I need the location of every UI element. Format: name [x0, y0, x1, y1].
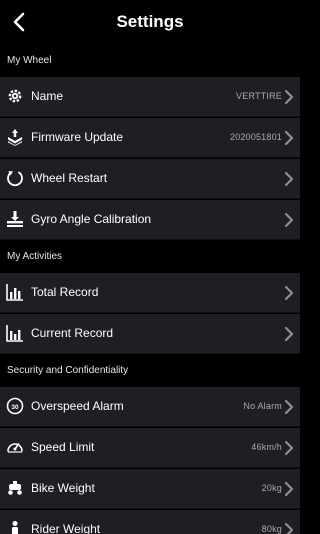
section-header-my-wheel: My Wheel [0, 44, 300, 77]
row-value: 80kg [261, 524, 282, 534]
row-value: 46km/h [251, 442, 282, 452]
row-label: Total Record [31, 285, 99, 299]
chevron-right-icon [284, 326, 294, 342]
section-header-security: Security and Confidentiality [0, 354, 300, 387]
settings-row-current-record[interactable]: Current Record [0, 314, 300, 354]
row-label: Name [31, 89, 64, 103]
chevron-right-icon [284, 522, 294, 534]
calibration-icon [7, 211, 23, 227]
svg-text:30: 30 [11, 404, 19, 411]
scooter-icon [8, 481, 22, 495]
page-title: Settings [116, 12, 184, 31]
settings-row-gyro-calibration[interactable]: Gyro Angle Calibration [0, 200, 300, 240]
header-bar: Settings [0, 0, 300, 44]
settings-row-firmware-update[interactable]: Firmware Update 2020051801 [0, 118, 300, 158]
person-icon [12, 521, 18, 534]
row-label: Gyro Angle Calibration [31, 212, 152, 226]
settings-row-overspeed-alarm[interactable]: 30 Overspeed Alarm No Alarm [0, 387, 300, 427]
row-value: 20kg [261, 483, 282, 493]
settings-row-name[interactable]: Name VERTTIRE [0, 77, 300, 117]
row-value: No Alarm [243, 401, 282, 411]
section-header-my-activities: My Activities [0, 240, 300, 273]
download-tray-icon [8, 129, 22, 146]
bar-chart-icon [6, 325, 23, 342]
chevron-right-icon [284, 212, 294, 228]
settings-row-wheel-restart[interactable]: Wheel Restart [0, 159, 300, 199]
chevron-right-icon [284, 89, 294, 105]
speed-alarm-icon: 30 [6, 397, 24, 415]
chevron-right-icon [284, 285, 294, 301]
row-label: Speed Limit [31, 440, 95, 454]
bar-chart-icon [6, 284, 23, 301]
row-label: Overspeed Alarm [31, 399, 124, 413]
row-value: 2020051801 [229, 132, 282, 142]
gear-icon [8, 89, 22, 103]
row-label: Rider Weight [31, 522, 101, 534]
chevron-right-icon [284, 481, 294, 497]
row-label: Bike Weight [31, 481, 95, 495]
row-value: VERTTIRE [236, 91, 282, 101]
row-label: Firmware Update [31, 130, 124, 144]
chevron-right-icon [284, 171, 294, 187]
restart-icon [7, 171, 23, 187]
speedometer-icon [7, 443, 23, 453]
settings-row-total-record[interactable]: Total Record [0, 273, 300, 313]
chevron-right-icon [284, 440, 294, 456]
row-label: Wheel Restart [31, 171, 108, 185]
settings-row-bike-weight[interactable]: Bike Weight 20kg [0, 469, 300, 509]
chevron-right-icon [284, 399, 294, 415]
row-label: Current Record [31, 326, 114, 340]
chevron-right-icon [284, 130, 294, 146]
settings-row-rider-weight[interactable]: Rider Weight 80kg [0, 510, 300, 534]
settings-row-speed-limit[interactable]: Speed Limit 46km/h [0, 428, 300, 468]
